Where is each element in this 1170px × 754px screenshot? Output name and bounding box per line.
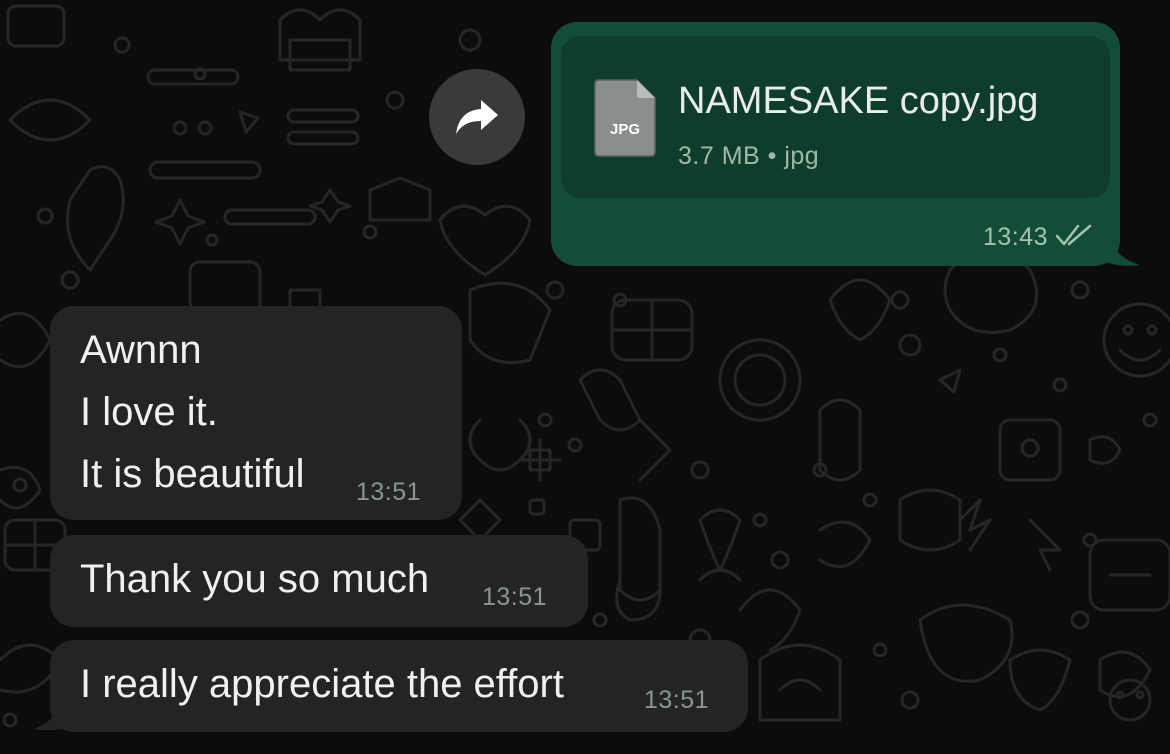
jpg-file-icon: JPG <box>594 79 656 157</box>
message-line: I really appreciate the effort <box>80 662 564 706</box>
incoming-message-bubble[interactable]: Thank you so much 13:51 <box>50 535 588 627</box>
message-line: I love it. <box>80 390 218 434</box>
chat-view: JPG NAMESAKE copy.jpg 3.7 MB • jpg 13:43… <box>0 0 1170 754</box>
file-type-label: JPG <box>610 121 640 138</box>
incoming-message-bubble[interactable]: Awnnn I love it. It is beautiful 13:51 <box>50 306 462 520</box>
message-line: It is beautiful <box>80 452 305 496</box>
message-line: Thank you so much <box>80 557 430 601</box>
message-line: Awnnn <box>80 328 202 372</box>
message-time: 13:51 <box>356 478 422 506</box>
incoming-message-bubble[interactable]: I really appreciate the effort 13:51 <box>50 640 748 732</box>
message-time: 13:43 <box>982 223 1048 251</box>
forward-button[interactable] <box>429 69 525 165</box>
outgoing-message-bubble[interactable]: JPG NAMESAKE copy.jpg 3.7 MB • jpg 13:43 <box>551 22 1120 266</box>
message-time: 13:51 <box>644 686 710 714</box>
message-time: 13:51 <box>482 583 548 611</box>
file-name: NAMESAKE copy.jpg <box>678 80 1039 122</box>
file-meta: 3.7 MB • jpg <box>678 142 820 170</box>
double-check-icon <box>1056 224 1092 246</box>
forward-arrow-icon <box>456 100 498 134</box>
file-attachment-card[interactable]: JPG NAMESAKE copy.jpg 3.7 MB • jpg <box>561 36 1110 198</box>
